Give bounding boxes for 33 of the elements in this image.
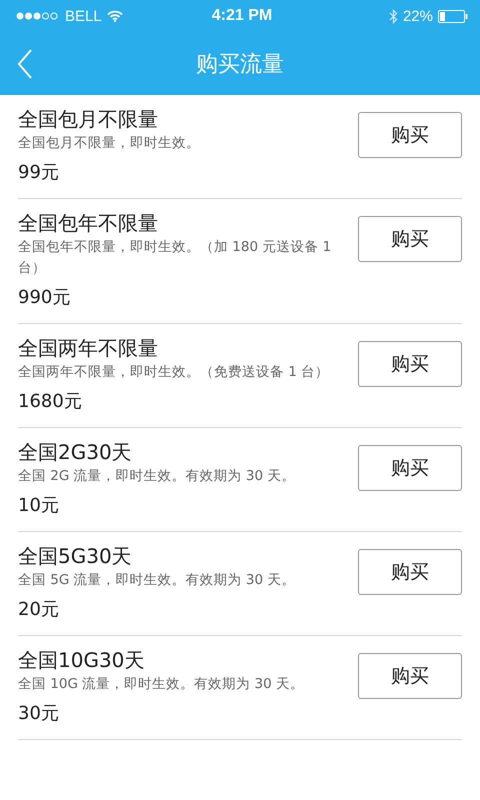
plan-price: 1680元 xyxy=(18,390,83,414)
plan-name: 全国包年不限量 xyxy=(18,210,159,237)
plan-name: 全国两年不限量 xyxy=(18,335,159,362)
plan-price: 10元 xyxy=(18,494,60,518)
plan-description: 全国 2G 流量，即时生效。有效期为 30 天。 xyxy=(18,467,296,486)
buy-button[interactable]: 购买 xyxy=(358,653,462,699)
buy-button[interactable]: 购买 xyxy=(358,445,462,491)
plan-name: 全国5G30天 xyxy=(18,543,133,570)
plan-price: 99元 xyxy=(18,161,60,185)
plan-name: 全国2G30天 xyxy=(18,439,133,466)
plan-description: 全国 10G 流量，即时生效。有效期为 30 天。 xyxy=(18,675,305,694)
carrier-name: BELL xyxy=(65,8,102,24)
buy-button[interactable]: 购买 xyxy=(358,216,462,262)
battery-percent: 22% xyxy=(402,8,433,24)
status-time: 4:21 PM xyxy=(212,7,272,25)
back-icon[interactable] xyxy=(17,49,33,79)
plan-price: 990元 xyxy=(18,286,72,310)
buy-button[interactable]: 购买 xyxy=(358,112,462,158)
bluetooth-icon xyxy=(388,8,398,24)
plan-name: 全国10G30天 xyxy=(18,647,146,674)
signal-icon xyxy=(16,12,60,20)
plan-description: 全国包年不限量，即时生效。（加 180 元送设备 1 台） xyxy=(18,238,332,278)
plan-price: 20元 xyxy=(18,598,60,622)
page-title: 购买流量 xyxy=(196,50,284,78)
plan-price: 30元 xyxy=(18,702,60,726)
wifi-icon xyxy=(106,10,123,22)
plan-description: 全国两年不限量，即时生效。（免费送设备 1 台） xyxy=(18,363,330,382)
battery-icon xyxy=(438,10,468,22)
plan-description: 全国 5G 流量，即时生效。有效期为 30 天。 xyxy=(18,571,296,590)
buy-button[interactable]: 购买 xyxy=(358,549,462,595)
buy-button[interactable]: 购买 xyxy=(358,341,462,387)
plan-name: 全国包月不限量 xyxy=(18,106,159,133)
plan-description: 全国包月不限量，即时生效。 xyxy=(18,134,201,153)
